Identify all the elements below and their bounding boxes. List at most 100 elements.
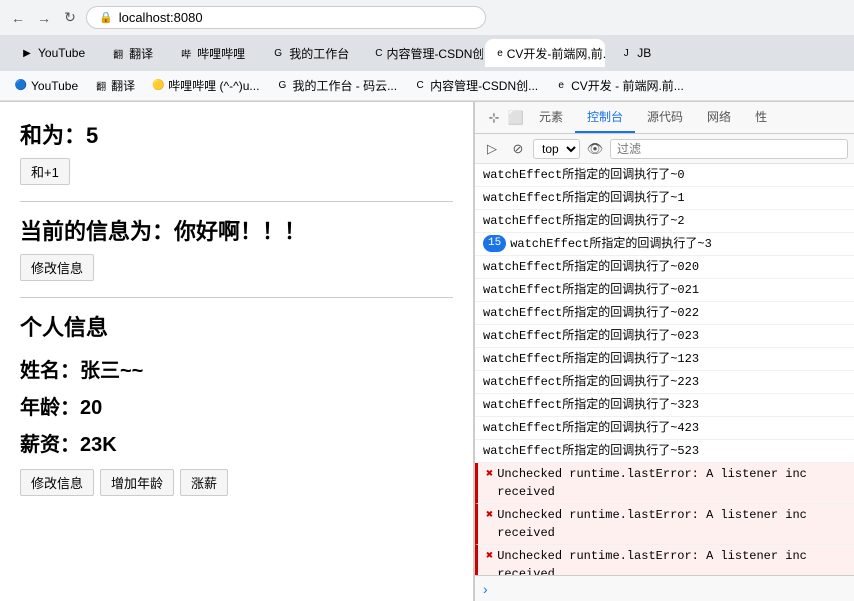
console-row: watchEffect所指定的回调执行了~023 xyxy=(475,325,854,348)
add-btn[interactable]: 和+1 xyxy=(20,158,70,185)
console-row: watchEffect所指定的回调执行了~323 xyxy=(475,394,854,417)
browser-nav: ← → ↻ 🔒 localhost:8080 xyxy=(0,0,854,35)
devtools-tab-性[interactable]: 性 xyxy=(743,102,779,133)
devtools-tab-网络[interactable]: 网络 xyxy=(695,102,743,133)
bookmark-favicon: 🔵 xyxy=(14,79,28,93)
tab-label: JB xyxy=(637,46,651,60)
bookmark-favicon: 翻 xyxy=(94,79,108,93)
console-row: watchEffect所指定的回调执行了~1 xyxy=(475,187,854,210)
browser-tab-tab6[interactable]: e CV开发-前端网,前... xyxy=(485,39,605,67)
tab-label: YouTube xyxy=(38,46,85,60)
devtools-tab-元素[interactable]: 元素 xyxy=(527,102,575,133)
error-icon: ✖ xyxy=(486,547,493,565)
browser-tab-tab4[interactable]: G我的工作台 xyxy=(259,39,361,67)
name-field: 姓名：张三~~ xyxy=(20,354,453,383)
console-text: watchEffect所指定的回调执行了~523 xyxy=(483,442,699,460)
bookmark-item[interactable]: eCV开发 - 前端网.前... xyxy=(548,75,690,96)
back-button[interactable]: ← xyxy=(8,8,28,28)
bookmark-item[interactable]: C内容管理-CSDN创... xyxy=(407,75,544,96)
devtools-play-icon[interactable]: ▷ xyxy=(481,138,503,160)
page-content: 和为：5 和+1 当前的信息为：你好啊！！！ 修改信息 个人信息 姓名：张三~~… xyxy=(0,102,474,601)
console-text: watchEffect所指定的回调执行了~022 xyxy=(483,304,699,322)
forward-button[interactable]: → xyxy=(34,8,54,28)
console-row: watchEffect所指定的回调执行了~423 xyxy=(475,417,854,440)
filter-input[interactable] xyxy=(610,139,848,159)
console-text: watchEffect所指定的回调执行了~123 xyxy=(483,350,699,368)
browser-tab-tab5[interactable]: C内容管理-CSDN创... xyxy=(363,39,483,67)
tab-favicon: C xyxy=(375,46,382,60)
browser-tab-tab3[interactable]: 哔哔哩哔哩 xyxy=(167,39,257,67)
browser-tab-tab1[interactable]: ▶ YouTube xyxy=(8,39,97,67)
console-text: watchEffect所指定的回调执行了~323 xyxy=(483,396,699,414)
console-prompt: › xyxy=(483,581,488,597)
console-text: watchEffect所指定的回调执行了~0 xyxy=(483,166,685,184)
main-area: 和为：5 和+1 当前的信息为：你好啊！！！ 修改信息 个人信息 姓名：张三~~… xyxy=(0,102,854,601)
devtools-panel: ⊹ ⬜ 元素控制台源代码网络性 ▷ ⊘ top 👁 watchEffect所指定… xyxy=(474,102,854,601)
devtools-tab-源代码[interactable]: 源代码 xyxy=(635,102,695,133)
modify-info-btn[interactable]: 修改信息 xyxy=(20,469,94,496)
console-text: watchEffect所指定的回调执行了~021 xyxy=(483,281,699,299)
browser-tabs: ▶ YouTube 翻翻译哔哔哩哔哩G我的工作台C内容管理-CSDN创... e CV开… xyxy=(0,35,854,71)
tab-label: CV开发-前端网,前... xyxy=(507,45,605,62)
devtools-bottom: › xyxy=(475,575,854,601)
bookmark-favicon: C xyxy=(413,79,427,93)
console-row-error: ✖Unchecked runtime.lastError: A listener… xyxy=(475,545,854,575)
modify-msg-btn[interactable]: 修改信息 xyxy=(20,254,94,281)
devtools-block-icon[interactable]: ⊘ xyxy=(507,138,529,160)
sum-title: 和为：5 xyxy=(20,118,453,150)
console-row: watchEffect所指定的回调执行了~020 xyxy=(475,256,854,279)
msg-section: 当前的信息为：你好啊！！！ 修改信息 xyxy=(20,214,453,281)
top-select[interactable]: top xyxy=(533,139,580,159)
bookmark-item[interactable]: G我的工作台 - 码云... xyxy=(269,75,403,96)
tab-favicon: 翻 xyxy=(111,46,125,60)
bookmark-item[interactable]: 翻翻译 xyxy=(88,75,141,96)
bookmark-item[interactable]: 🔵YouTube xyxy=(8,77,84,95)
devtools-toolbar: ▷ ⊘ top 👁 xyxy=(475,134,854,164)
bookmark-label: 我的工作台 - 码云... xyxy=(292,77,397,94)
devtools-device-icon[interactable]: ⬜ xyxy=(505,107,527,129)
person-title: 个人信息 xyxy=(20,310,453,342)
console-text: Unchecked runtime.lastError: A listener … xyxy=(497,465,850,501)
tab-favicon: G xyxy=(271,46,285,60)
tab-favicon: 哔 xyxy=(179,46,193,60)
salary-field: 薪资：23K xyxy=(20,428,453,457)
console-text: Unchecked runtime.lastError: A listener … xyxy=(497,506,850,542)
msg-label: 当前的信息为：你好啊！！！ xyxy=(20,214,453,246)
address-bar[interactable]: 🔒 localhost:8080 xyxy=(86,6,486,29)
tab-favicon: e xyxy=(497,46,503,60)
salary-btn[interactable]: 涨薪 xyxy=(180,469,228,496)
bookmark-label: 哔哩哔哩 (^-^)u... xyxy=(168,77,259,94)
error-icon: ✖ xyxy=(486,506,493,524)
tab-label: 翻译 xyxy=(129,45,153,62)
bookmark-item[interactable]: 🟡哔哩哔哩 (^-^)u... xyxy=(145,75,265,96)
sum-section: 和为：5 和+1 xyxy=(20,118,453,185)
age-field: 年龄：20 xyxy=(20,391,453,420)
browser-tab-tab2[interactable]: 翻翻译 xyxy=(99,39,165,67)
console-row-badge: 15watchEffect所指定的回调执行了~3 xyxy=(475,233,854,256)
tab-favicon: ▶ xyxy=(20,46,34,60)
lock-icon: 🔒 xyxy=(99,11,113,24)
console-row: watchEffect所指定的回调执行了~223 xyxy=(475,371,854,394)
add-age-btn[interactable]: 增加年龄 xyxy=(100,469,174,496)
devtools-eye-icon[interactable]: 👁 xyxy=(584,138,606,160)
console-row: watchEffect所指定的回调执行了~123 xyxy=(475,348,854,371)
console-text: watchEffect所指定的回调执行了~423 xyxy=(483,419,699,437)
person-section: 个人信息 姓名：张三~~ 年龄：20 薪资：23K 修改信息 增加年龄 涨薪 xyxy=(20,310,453,496)
bookmark-label: 翻译 xyxy=(111,77,135,94)
devtools-console[interactable]: watchEffect所指定的回调执行了~0 watchEffect所指定的回调执… xyxy=(475,164,854,575)
devtools-tab-控制台[interactable]: 控制台 xyxy=(575,102,635,133)
console-row: watchEffect所指定的回调执行了~022 xyxy=(475,302,854,325)
console-row: watchEffect所指定的回调执行了~0 xyxy=(475,164,854,187)
bookmark-label: CV开发 - 前端网.前... xyxy=(571,77,684,94)
console-text: Unchecked runtime.lastError: A listener … xyxy=(497,547,850,575)
console-text: watchEffect所指定的回调执行了~3 xyxy=(510,235,712,253)
console-text: watchEffect所指定的回调执行了~023 xyxy=(483,327,699,345)
refresh-button[interactable]: ↻ xyxy=(60,8,80,28)
devtools-cursor-icon[interactable]: ⊹ xyxy=(483,107,505,129)
console-text: watchEffect所指定的回调执行了~2 xyxy=(483,212,685,230)
devtools-tabs: ⊹ ⬜ 元素控制台源代码网络性 xyxy=(475,102,854,134)
console-row-error: ✖Unchecked runtime.lastError: A listener… xyxy=(475,504,854,545)
divider2 xyxy=(20,297,453,298)
browser-tab-tab7[interactable]: JJB xyxy=(607,39,663,67)
error-icon: ✖ xyxy=(486,465,493,483)
